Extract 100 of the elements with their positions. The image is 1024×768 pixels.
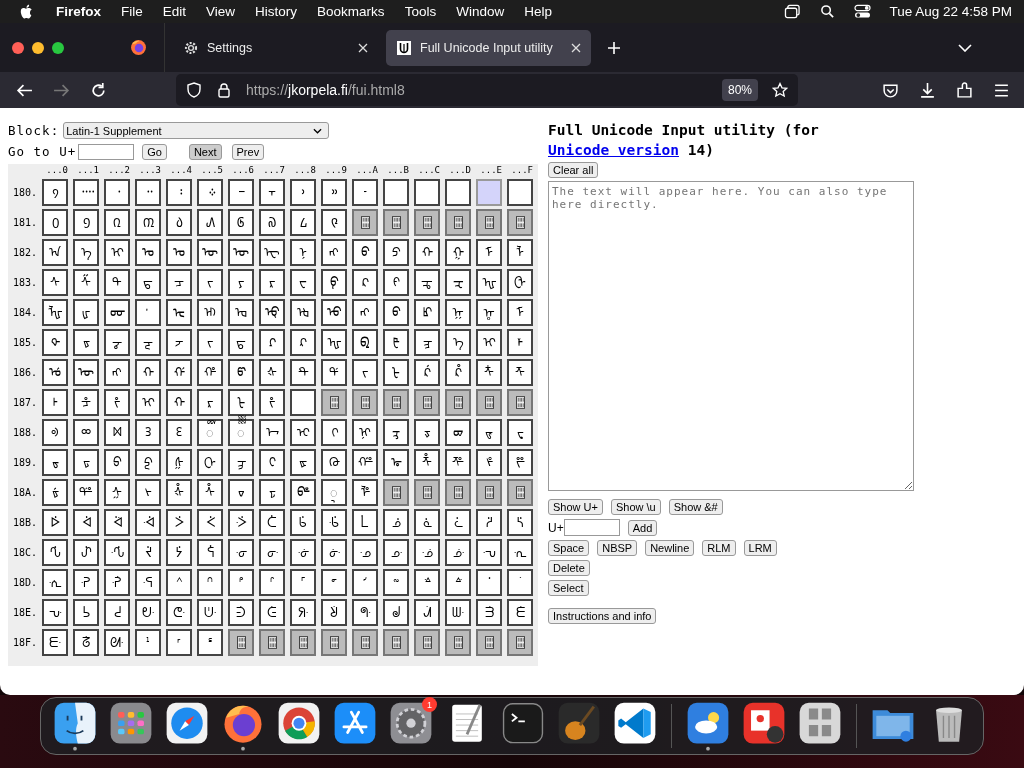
character-cell[interactable]: ᣖ — [228, 569, 254, 596]
character-cell[interactable]: ᣍ — [445, 539, 471, 566]
cloud-icon[interactable] — [685, 701, 731, 751]
character-cell[interactable]: ᠐ — [42, 209, 68, 236]
character-cell[interactable]: ᡴ — [166, 389, 192, 416]
menu-item[interactable]: Bookmarks — [317, 4, 385, 19]
character-cell[interactable]: ᡌ — [414, 299, 440, 326]
character-cell[interactable]: ᠬ — [414, 239, 440, 266]
character-cell[interactable]: ᣔ — [166, 569, 192, 596]
character-cell[interactable]: ᢊ — [352, 419, 378, 446]
window-icon[interactable] — [784, 4, 802, 19]
nav-button[interactable]: Prev — [231, 143, 265, 160]
character-cell[interactable]: ᠙ — [321, 209, 347, 236]
character-cell[interactable]: ᣃ — [135, 539, 161, 566]
add-button[interactable]: Add — [627, 519, 658, 536]
character-cell[interactable]: ᣙ — [321, 569, 347, 596]
character-cell[interactable]: ᠩ — [321, 239, 347, 266]
character-cell[interactable]: ᡧ — [259, 359, 285, 386]
character-cell[interactable]: ᣡ — [73, 599, 99, 626]
character-cell[interactable]: ᡕ — [197, 329, 223, 356]
character-cell[interactable]: ᠶ — [228, 269, 254, 296]
character-cell[interactable]: ᡊ — [352, 299, 378, 326]
add-input[interactable] — [563, 519, 620, 536]
character-cell[interactable]: ᡍ — [445, 299, 471, 326]
character-cell[interactable]: ᢿ — [507, 509, 533, 536]
character-cell[interactable]: ᣢ — [104, 599, 130, 626]
character-cell[interactable]: ᣪ — [352, 599, 378, 626]
character-cell[interactable]: ᣴ — [166, 629, 192, 656]
character-cell[interactable]: ᠁ — [73, 179, 99, 206]
character-cell[interactable]: ᣟ — [507, 569, 533, 596]
character-cell[interactable]: ᡰ — [42, 389, 68, 416]
instructions-button[interactable]: Instructions and info — [548, 608, 657, 624]
character-cell[interactable]: ᣰ — [42, 629, 68, 656]
character-cell[interactable]: ᠡ — [73, 239, 99, 266]
character-cell[interactable]: ᣊ — [352, 539, 378, 566]
character-cell[interactable]: ᣠ — [42, 599, 68, 626]
character-cell[interactable]: ᣥ — [197, 599, 223, 626]
character-cell[interactable]: ᢰ — [42, 509, 68, 536]
character-cell[interactable]: ◌ᢅ — [197, 419, 223, 446]
character-cell[interactable]: ᢕ — [197, 449, 223, 476]
menu-item[interactable]: Window — [456, 4, 505, 19]
character-cell[interactable]: ᡨ — [290, 359, 316, 386]
character-cell[interactable]: ᡅ — [197, 299, 223, 326]
character-cell[interactable]: ᢲ — [104, 509, 130, 536]
character-cell[interactable]: ᡮ — [476, 359, 502, 386]
character-cell[interactable]: ᢛ — [383, 449, 409, 476]
close-icon[interactable] — [358, 42, 368, 53]
finder-face-icon[interactable] — [52, 701, 98, 751]
character-cell[interactable]: ᣌ — [414, 539, 440, 566]
character-cell[interactable]: ᡈ — [290, 299, 316, 326]
character-cell[interactable]: ᣗ — [259, 569, 285, 596]
character-cell[interactable]: ᢍ — [445, 419, 471, 446]
character-cell[interactable]: ᡒ — [104, 329, 130, 356]
app-menu[interactable]: Firefox — [56, 4, 101, 19]
character-cell[interactable]: ᣞ — [476, 569, 502, 596]
character-cell[interactable]: ᢤ — [166, 479, 192, 506]
character-cell[interactable]: ᢄ — [166, 419, 192, 446]
character-cell[interactable]: ᠊ — [352, 179, 378, 206]
menu-item[interactable]: File — [121, 4, 143, 19]
character-cell[interactable]: ᢚ — [352, 449, 378, 476]
character-cell[interactable]: ᡉ — [321, 299, 347, 326]
empty-cell[interactable] — [290, 389, 316, 416]
character-cell[interactable]: ᣚ — [352, 569, 378, 596]
character-cell[interactable]: ᣯ — [507, 599, 533, 626]
clock[interactable]: Tue Aug 22 4:58 PM — [889, 4, 1012, 19]
character-cell[interactable]: ᠦ — [228, 239, 254, 266]
browser-tab[interactable]: Settings — [173, 29, 378, 66]
character-cell[interactable]: ᣘ — [290, 569, 316, 596]
character-cell[interactable]: ᢪ — [352, 479, 378, 506]
insert-button[interactable]: Newline — [645, 540, 695, 556]
menu-item[interactable]: Help — [524, 4, 552, 19]
character-cell[interactable]: ᢴ — [166, 509, 192, 536]
character-cell[interactable]: ᠑ — [73, 209, 99, 236]
character-cell[interactable]: ᡃ — [135, 299, 161, 326]
character-cell[interactable]: ᠣ — [135, 239, 161, 266]
character-cell[interactable]: ᠗ — [259, 209, 285, 236]
character-cell[interactable]: ᢨ — [290, 479, 316, 506]
character-cell[interactable]: ᡲ — [104, 389, 130, 416]
character-cell[interactable]: ᠂ — [104, 179, 130, 206]
chevron-down-icon[interactable] — [958, 43, 972, 52]
character-cell[interactable]: ᠈ — [290, 179, 316, 206]
character-cell[interactable]: ᢁ — [73, 419, 99, 446]
character-cell[interactable]: ᢋ — [383, 419, 409, 446]
character-cell[interactable]: ᢃ — [135, 419, 161, 446]
shield-icon[interactable] — [186, 82, 202, 98]
character-cell[interactable]: ᢷ — [259, 509, 285, 536]
character-cell[interactable]: ᢔ — [166, 449, 192, 476]
character-cell[interactable]: ᢏ — [507, 419, 533, 446]
menu-item[interactable]: View — [206, 4, 236, 19]
character-cell[interactable]: ᠵ — [197, 269, 223, 296]
character-cell[interactable]: ᣝ — [445, 569, 471, 596]
character-cell[interactable]: ᡯ — [507, 359, 533, 386]
nav-button[interactable]: Go — [142, 143, 167, 160]
character-cell[interactable]: ᡆ — [228, 299, 254, 326]
character-cell[interactable]: ᠘ — [290, 209, 316, 236]
character-cell[interactable]: ᡭ — [445, 359, 471, 386]
menu-item[interactable]: History — [255, 4, 298, 19]
character-cell[interactable]: ᣱ — [73, 629, 99, 656]
character-cell[interactable]: ᡄ — [166, 299, 192, 326]
character-cell[interactable]: ᣫ — [383, 599, 409, 626]
